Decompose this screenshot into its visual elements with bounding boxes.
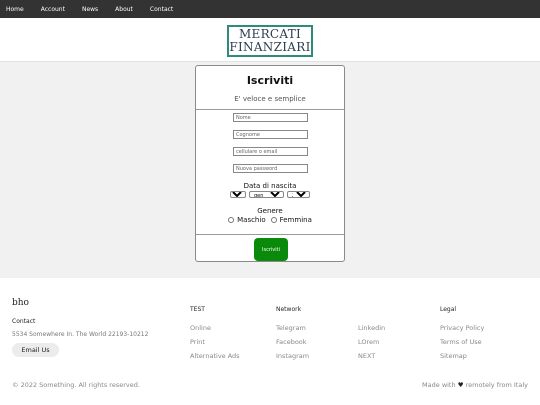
footer-link-terms-of-use[interactable]: Terms of Use (440, 338, 482, 346)
nav-account[interactable]: Account (41, 6, 65, 13)
main-content: Iscriviti E' veloce e semplice Data di n… (0, 62, 540, 278)
heart-icon: ♥ (457, 381, 464, 389)
made-with-suffix: remotely from Italy (465, 381, 528, 389)
site-header: MERCATI FINANZIARI (0, 18, 540, 62)
dob-year-select[interactable]: 2022 (287, 191, 310, 198)
footer-link-telegram[interactable]: Telegram (276, 324, 306, 332)
gender-options: Maschio Femmina (196, 216, 344, 224)
nav-home[interactable]: Home (6, 6, 24, 13)
signup-subtitle: E' veloce e semplice (234, 95, 306, 103)
footer-link-print[interactable]: Print (190, 338, 205, 346)
signup-title: Iscriviti (246, 74, 294, 87)
footer-col-test-heading: TEST (190, 306, 205, 313)
footer-link-sitemap[interactable]: Sitemap (440, 352, 467, 360)
site-logo[interactable]: MERCATI FINANZIARI (227, 25, 313, 57)
gender-female-label: Femmina (279, 216, 312, 224)
last-name-field[interactable] (233, 130, 308, 139)
nav-about[interactable]: About (115, 6, 133, 13)
first-name-field[interactable] (233, 113, 308, 122)
footer-link-facebook[interactable]: Facebook (276, 338, 307, 346)
footer-made-with: Made with ♥ remotely from Italy (422, 381, 528, 389)
nav-contact[interactable]: Contact (150, 6, 173, 13)
footer-link-linkedin[interactable]: Linkedin (358, 324, 385, 332)
signup-submit-button[interactable]: Iscriviti (254, 238, 288, 261)
footer-brand: bho (12, 298, 29, 308)
footer-link-alternative-ads[interactable]: Alternative Ads (190, 352, 240, 360)
made-with-prefix: Made with (422, 381, 456, 389)
gender-male-label: Maschio (237, 216, 266, 224)
divider (196, 234, 344, 235)
footer-copyright: © 2022 Something. All rights reserved. (12, 381, 140, 389)
footer-address: 5534 Somewhere In. The World 22193-10212 (12, 331, 149, 338)
footer-col-legal-heading: Legal (440, 306, 457, 313)
gender-male-radio[interactable] (228, 217, 235, 223)
footer-col-network-heading: Network (276, 306, 302, 313)
dob-label: Data di nascita (243, 182, 297, 190)
phone-email-field[interactable] (233, 147, 308, 156)
footer-link-online[interactable]: Online (190, 324, 211, 332)
dob-selects: 1 gen 2022 (196, 191, 344, 198)
footer-link-instagram[interactable]: Instagram (276, 352, 309, 360)
password-field[interactable] (233, 164, 308, 173)
footer-link-privacy-policy[interactable]: Privacy Policy (440, 324, 484, 332)
gender-female-radio[interactable] (270, 217, 277, 223)
dob-day-select[interactable]: 1 (230, 191, 246, 198)
nav-news[interactable]: News (82, 6, 98, 13)
top-nav: Home Account News About Contact (0, 0, 540, 18)
site-footer: bho Contact 5534 Somewhere In. The World… (0, 278, 540, 405)
logo-line-2: FINANZIARI (229, 40, 311, 54)
email-us-button[interactable]: Email Us (12, 343, 59, 357)
gender-label: Genere (257, 207, 283, 215)
footer-contact-heading: Contact (12, 318, 36, 325)
divider (196, 109, 344, 110)
footer-link-next[interactable]: NEXT (358, 352, 375, 360)
dob-month-select[interactable]: gen (249, 191, 284, 198)
footer-link-lorem[interactable]: LOrem (358, 338, 379, 346)
signup-card: Iscriviti E' veloce e semplice Data di n… (195, 65, 345, 262)
